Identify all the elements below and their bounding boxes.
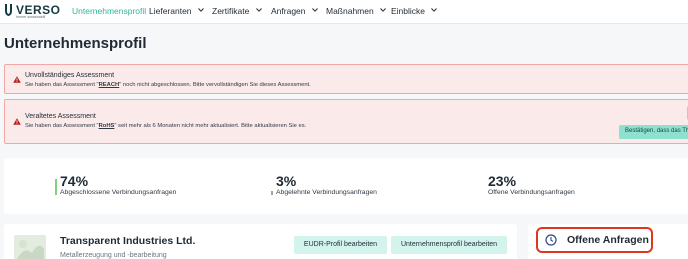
nav-item-anfragen[interactable]: Anfragen	[271, 6, 318, 16]
nav-item-label: Maßnahmen	[326, 6, 374, 16]
chevron-down-icon	[255, 8, 262, 12]
chevron-down-icon	[380, 8, 386, 12]
open-requests-label: Offene Anfragen	[567, 234, 649, 246]
alert-title: Veraltetes Assessment	[25, 113, 96, 120]
stat-label: Abgelehnte Verbindungsanfragen	[276, 189, 377, 196]
verso-logo-icon	[5, 4, 12, 16]
nav-item-label: Zertifikate	[212, 6, 250, 16]
alert-message: Sie haben das Assessment "RoHS" seit meh…	[25, 123, 307, 129]
nav-item-massnahmen[interactable]: Maßnahmen	[326, 6, 386, 16]
brand-tagline: former sustainabill	[16, 15, 46, 19]
stat-value: 23%	[488, 173, 517, 189]
nav-item-lieferanten[interactable]: Lieferanten	[149, 6, 204, 16]
alert-incomplete-assessment: Unvollständiges Assessment Sie haben das…	[4, 64, 688, 94]
stat-value: 74%	[60, 173, 89, 189]
stat-label: Offene Verbindungsanfragen	[488, 189, 575, 196]
company-logo	[14, 235, 46, 259]
stat-value: 3%	[276, 173, 297, 189]
nav-item-einblicke[interactable]: Einblicke	[391, 6, 438, 16]
warning-icon	[13, 118, 21, 125]
page-title: Unternehmensprofil	[4, 35, 147, 52]
assessment-link[interactable]: REACH	[99, 82, 120, 88]
nav-item-label: Anfragen	[271, 6, 306, 16]
nav-item-label: Unternehmensprofil	[72, 6, 147, 16]
company-card: Transparent Industries Ltd. Metallerzeug…	[4, 224, 517, 259]
stat-completed: 74% Abgeschlossene Verbindungsanfragen	[55, 173, 177, 196]
edit-eudr-profile-button[interactable]: EUDR-Profil bearbeiten	[294, 236, 387, 254]
top-navigation-bar: VERSO former sustainabill Unternehmenspr…	[0, 0, 688, 24]
assessment-link[interactable]: RoHS	[99, 123, 115, 129]
stat-rejected: 3% Abgelehnte Verbindungsanfragen	[271, 173, 377, 196]
chevron-down-icon	[431, 8, 438, 12]
chevron-down-icon	[312, 8, 318, 12]
verso-logo[interactable]: VERSO former sustainabill	[4, 3, 66, 21]
confirm-button[interactable]: Bestätigen, dass das Th	[619, 125, 688, 139]
alert-message: Sie haben das Assessment "REACH" noch ni…	[25, 82, 311, 88]
stat-label: Abgeschlossene Verbindungsanfragen	[60, 189, 177, 196]
company-name: Transparent Industries Ltd.	[60, 235, 196, 247]
nav-item-label: Einblicke	[391, 6, 426, 16]
stat-indicator	[55, 179, 57, 195]
alert-outdated-assessment: Veraltetes Assessment Sie haben das Asse…	[4, 99, 688, 144]
company-industry: Metallerzeugung und -bearbeitung	[60, 252, 167, 259]
warning-icon	[13, 76, 21, 83]
nav-item-label: Lieferanten	[149, 6, 192, 16]
edit-company-profile-button[interactable]: Unternehmensprofil bearbeiten	[391, 236, 507, 254]
stat-indicator	[271, 191, 273, 195]
nav-item-zertifikate[interactable]: Zertifikate	[212, 6, 262, 16]
nav-item-unternehmensprofil[interactable]: Unternehmensprofil	[72, 6, 146, 16]
clock-icon	[545, 234, 557, 246]
company-logo-image	[14, 235, 46, 259]
connection-stats-panel: 74% Abgeschlossene Verbindungsanfragen 3…	[4, 158, 688, 214]
chevron-down-icon	[198, 8, 204, 12]
alert-title: Unvollständiges Assessment	[25, 72, 115, 79]
stat-open: 23% Offene Verbindungsanfragen	[488, 173, 575, 196]
open-requests-button[interactable]: Offene Anfragen	[536, 227, 653, 253]
